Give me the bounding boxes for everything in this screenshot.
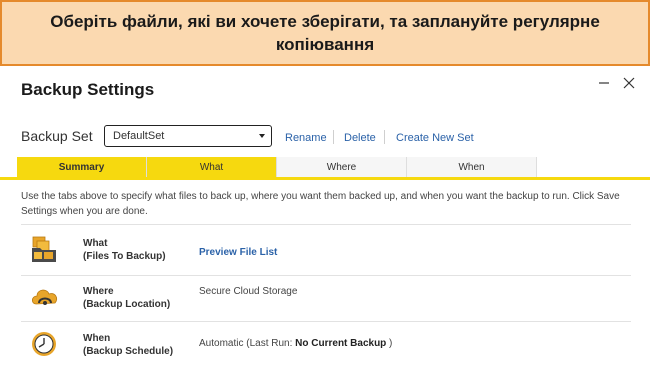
backup-set-value: DefaultSet bbox=[113, 130, 165, 142]
divider bbox=[384, 130, 385, 144]
chevron-down-icon bbox=[259, 134, 265, 138]
rename-link[interactable]: Rename bbox=[285, 132, 327, 144]
divider bbox=[21, 321, 631, 322]
backup-settings-dialog: Backup Settings Backup Set DefaultSet Re… bbox=[0, 66, 650, 366]
row-what-title: What (Files To Backup) bbox=[83, 238, 166, 262]
instruction-banner: Оберіть файли, які ви хочете зберігати, … bbox=[0, 0, 650, 66]
folder-files-icon bbox=[30, 235, 58, 263]
divider bbox=[21, 224, 631, 225]
divider bbox=[21, 275, 631, 276]
row-when-title: When (Backup Schedule) bbox=[83, 333, 174, 357]
tab-when[interactable]: When bbox=[407, 157, 537, 177]
clock-icon bbox=[30, 330, 58, 358]
banner-text: Оберіть файли, які ви хочете зберігати, … bbox=[50, 12, 600, 54]
preview-file-list-link[interactable]: Preview File List bbox=[199, 247, 277, 258]
minimize-icon[interactable] bbox=[597, 76, 611, 90]
backup-set-label: Backup Set bbox=[21, 128, 93, 144]
settings-tabs: Summary What Where When bbox=[0, 157, 650, 180]
cloud-location-icon bbox=[30, 282, 58, 310]
backup-location-value: Secure Cloud Storage bbox=[199, 286, 298, 297]
row-where-title: Where (Backup Location) bbox=[83, 286, 171, 310]
backup-set-select[interactable]: DefaultSet bbox=[104, 125, 272, 147]
backup-schedule-value: Automatic (Last Run: No Current Backup ) bbox=[199, 338, 393, 349]
tab-where[interactable]: Where bbox=[277, 157, 407, 177]
tab-what[interactable]: What bbox=[147, 157, 277, 177]
delete-link[interactable]: Delete bbox=[344, 132, 376, 144]
dialog-title: Backup Settings bbox=[21, 80, 155, 99]
close-icon[interactable] bbox=[622, 76, 636, 90]
tab-summary[interactable]: Summary bbox=[17, 157, 147, 177]
divider bbox=[333, 130, 334, 144]
intro-text: Use the tabs above to specify what files… bbox=[21, 191, 620, 217]
create-new-set-link[interactable]: Create New Set bbox=[396, 132, 474, 144]
